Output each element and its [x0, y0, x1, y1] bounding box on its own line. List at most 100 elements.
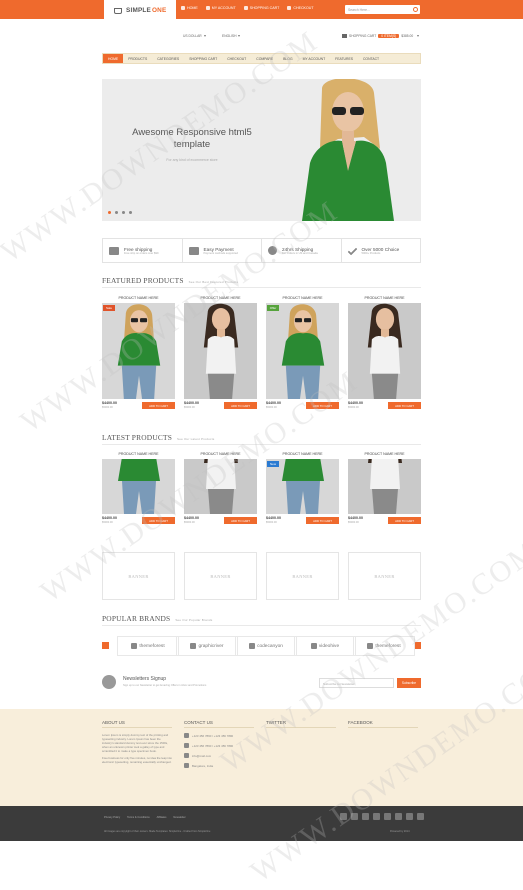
- product-name[interactable]: PRODUCT NAME HERE: [266, 296, 339, 300]
- banner-2[interactable]: BANNER: [184, 552, 257, 600]
- product-price-row: $4400.00 $5000.00 ADD TO CART: [184, 401, 257, 411]
- add-to-cart-button[interactable]: ADD TO CART: [306, 402, 339, 409]
- facebook-icon[interactable]: [340, 813, 347, 820]
- product-price: $4400.00: [348, 516, 363, 520]
- add-to-cart-button[interactable]: ADD TO CART: [388, 402, 421, 409]
- nav-checkout[interactable]: CHECKOUT: [222, 54, 251, 63]
- product-price: $4400.00: [266, 516, 281, 520]
- product-image[interactable]: [348, 459, 421, 514]
- top-link-account[interactable]: MY ACCOUNT: [205, 6, 236, 10]
- product-name[interactable]: PRODUCT NAME HERE: [184, 296, 257, 300]
- product-price-row: $4400.00 $5000.00 ADD TO CART: [348, 401, 421, 411]
- top-link-checkout[interactable]: CHECKOUT: [287, 6, 314, 10]
- hero-slider[interactable]: Awesome Responsive html5 template For an…: [102, 79, 421, 221]
- footer-about-text: Lorem Ipsum is simply dummy text of the …: [102, 733, 169, 753]
- latest-subtitle: See Our Latest Products: [177, 437, 215, 441]
- search-icon[interactable]: [413, 6, 418, 12]
- product-image[interactable]: [184, 459, 257, 514]
- product-name[interactable]: PRODUCT NAME HERE: [348, 452, 421, 456]
- product-image[interactable]: Sale: [102, 303, 175, 399]
- link-terms[interactable]: Terms & Conditions: [127, 816, 150, 819]
- add-to-cart-button[interactable]: ADD TO CART: [306, 517, 339, 524]
- phone-icon: [184, 743, 189, 748]
- nav-contact[interactable]: CONTACT: [358, 54, 384, 63]
- product-price-row: $4400.00 $5000.00 ADD TO CART: [102, 516, 175, 526]
- youtube-icon[interactable]: [417, 813, 424, 820]
- brands-next-arrow-icon[interactable]: [414, 642, 421, 649]
- email-icon: [184, 753, 189, 758]
- add-to-cart-button[interactable]: ADD TO CART: [388, 517, 421, 524]
- currency-select[interactable]: US DOLLAR: [183, 34, 206, 38]
- brands-prev-arrow-icon[interactable]: [102, 642, 109, 649]
- brand-logo[interactable]: themeforest: [117, 636, 179, 656]
- nav-home[interactable]: HOME: [103, 54, 124, 63]
- brand-logo[interactable]: codecanyon: [235, 636, 297, 656]
- cart-summary[interactable]: SHOPPING CART 0 ITEM(S) $385.00: [342, 34, 420, 38]
- nav-shopping-cart[interactable]: SHOPPING CART: [184, 54, 222, 63]
- product-model-image: [102, 303, 175, 399]
- brand-logo[interactable]: videohive: [294, 636, 356, 656]
- skype-icon[interactable]: [395, 813, 402, 820]
- nav-categories[interactable]: CATEGORIES: [152, 54, 184, 63]
- brands-title: POPULAR BRANDS See Our Popular Brands: [102, 614, 213, 623]
- nav-compare[interactable]: COMPARE: [251, 54, 278, 63]
- top-link-home[interactable]: HOME: [181, 6, 198, 10]
- pinterest-icon[interactable]: [384, 813, 391, 820]
- product-model-image: [184, 303, 257, 399]
- powered-by: Powered by 2014: [390, 830, 410, 833]
- product-name[interactable]: PRODUCT NAME HERE: [266, 452, 339, 456]
- add-to-cart-button[interactable]: ADD TO CART: [224, 517, 257, 524]
- google-plus-icon[interactable]: [373, 813, 380, 820]
- slider-dots[interactable]: [108, 211, 132, 214]
- product-image[interactable]: [348, 303, 421, 399]
- language-select[interactable]: ENGLISH: [222, 34, 241, 38]
- brand-logo[interactable]: graphicriver: [176, 636, 238, 656]
- nav-my-account[interactable]: MY ACCOUNT: [298, 54, 331, 63]
- chevron-down-icon: [203, 35, 206, 38]
- product-image[interactable]: New: [266, 459, 339, 514]
- add-to-cart-button[interactable]: ADD TO CART: [224, 402, 257, 409]
- cart-label: SHOPPING CART: [349, 34, 377, 38]
- product-image[interactable]: Offer: [266, 303, 339, 399]
- nav-features[interactable]: FEATURES: [330, 54, 358, 63]
- brand-logo[interactable]: themeforest: [353, 636, 415, 656]
- logo-text-one: ONE: [152, 7, 167, 14]
- top-link-cart[interactable]: SHOPPING CART: [243, 6, 279, 10]
- link-newsletter[interactable]: Newsletter: [173, 816, 185, 819]
- banner-4[interactable]: BANNER: [348, 552, 421, 600]
- cart-icon: [243, 6, 248, 10]
- logo[interactable]: SIMPLE ONE: [104, 0, 176, 21]
- product-name[interactable]: PRODUCT NAME HERE: [184, 452, 257, 456]
- product-image[interactable]: [184, 303, 257, 399]
- footer-about: ABOUT US Lorem Ipsum is simply dummy tex…: [102, 720, 172, 767]
- newsletter-sub: Sign up to our Newsletter to get Amazing…: [123, 684, 207, 687]
- product-tag-badge: Sale: [103, 305, 115, 311]
- rss-icon[interactable]: [406, 813, 413, 820]
- product-model-image: [348, 303, 421, 399]
- product-price-row: $4400.00 $5000.00 ADD TO CART: [102, 401, 175, 411]
- product-model-image: [266, 459, 339, 514]
- search-input[interactable]: Search Here...: [345, 5, 420, 14]
- newsletter-email-input[interactable]: Subscribe to Newsletter: [319, 678, 394, 688]
- subscribe-button[interactable]: Subscribe: [397, 678, 421, 688]
- linkedin-icon[interactable]: [362, 813, 369, 820]
- product-model-image: [102, 459, 175, 514]
- product-price-row: $4400.00 $5000.00 ADD TO CART: [266, 401, 339, 411]
- link-privacy[interactable]: Privacy Policy: [104, 816, 120, 819]
- add-to-cart-button[interactable]: ADD TO CART: [142, 402, 175, 409]
- product-image[interactable]: [102, 459, 175, 514]
- add-to-cart-button[interactable]: ADD TO CART: [142, 517, 175, 524]
- nav-blog[interactable]: BLOG: [278, 54, 297, 63]
- banner-3[interactable]: BANNER: [266, 552, 339, 600]
- cart-logo-icon: [114, 7, 122, 14]
- nav-products[interactable]: PRODUCTS: [123, 54, 152, 63]
- product-name[interactable]: PRODUCT NAME HERE: [102, 452, 175, 456]
- product-name[interactable]: PRODUCT NAME HERE: [348, 296, 421, 300]
- product-name[interactable]: PRODUCT NAME HERE: [102, 296, 175, 300]
- banner-1[interactable]: BANNER: [102, 552, 175, 600]
- product-model-image: [184, 459, 257, 514]
- product-price: $4400.00: [266, 401, 281, 405]
- link-affiliates[interactable]: Affiliates: [157, 816, 167, 819]
- contact-email[interactable]: info@mail.com: [184, 753, 254, 758]
- twitter-icon[interactable]: [351, 813, 358, 820]
